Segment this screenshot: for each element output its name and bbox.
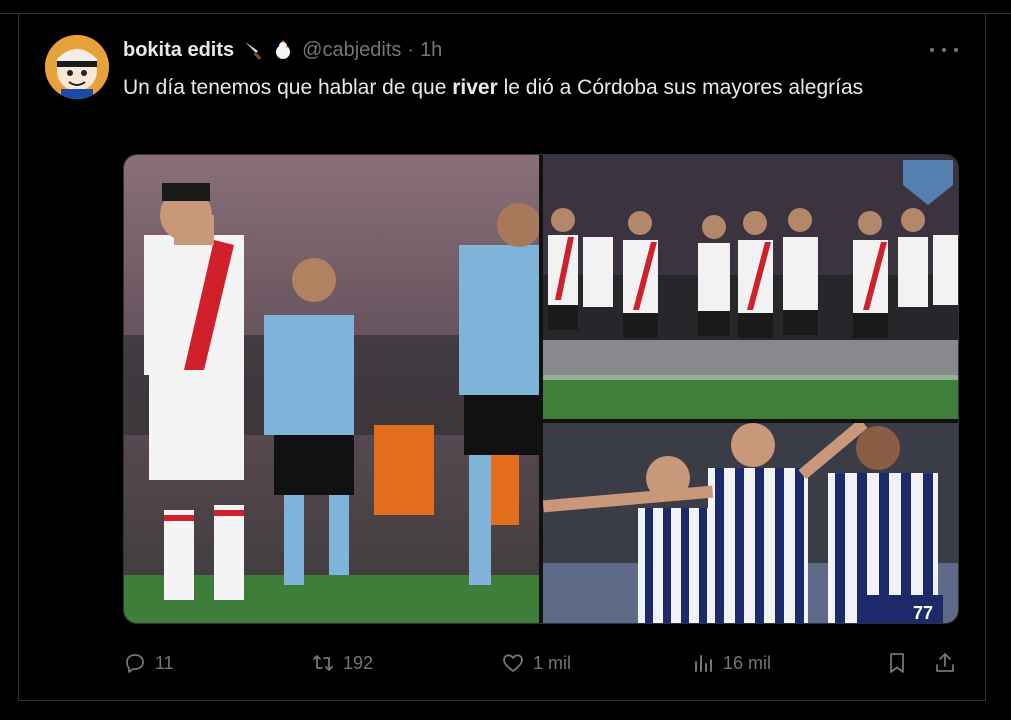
tweet-text: Un día tenemos que hablar de que river l… xyxy=(123,72,943,103)
avatar[interactable] xyxy=(45,35,109,99)
more-options-icon[interactable] xyxy=(929,40,959,60)
media-grid[interactable]: 77 xyxy=(123,154,959,624)
tweet-header: bokita edits @cabjedits · 1h xyxy=(123,36,442,64)
bookmark-button[interactable] xyxy=(885,646,909,680)
retweet-icon xyxy=(313,655,333,671)
retweet-count: 192 xyxy=(343,652,374,673)
analytics-icon xyxy=(695,655,712,672)
handle[interactable]: @cabjedits xyxy=(302,39,401,62)
top-divider xyxy=(0,0,1011,14)
photo-talleres-players-celebrating[interactable]: 77 xyxy=(543,423,958,623)
heart-icon xyxy=(503,654,523,672)
reply-count: 11 xyxy=(155,652,174,673)
action-bar: 11 192 1 mil 16 mil xyxy=(123,646,963,680)
chicken-emoji-icon xyxy=(272,39,294,61)
views-button[interactable]: 16 mil xyxy=(691,646,771,680)
retweet-button[interactable]: 192 xyxy=(311,646,373,680)
display-name[interactable]: bokita edits xyxy=(123,39,234,62)
view-count: 16 mil xyxy=(723,652,772,673)
like-button[interactable]: 1 mil xyxy=(501,646,571,680)
timestamp[interactable]: 1h xyxy=(420,39,442,62)
bookmark-icon xyxy=(890,653,904,673)
bottom-divider xyxy=(18,700,986,720)
tweet-text-bold: river xyxy=(452,76,498,99)
photo-river-team-penalty-lineup[interactable] xyxy=(543,155,958,419)
tweet-text-part-1: Un día tenemos que hablar de que xyxy=(123,76,453,99)
knife-emoji-icon xyxy=(242,39,264,61)
photo-river-player-covering-face[interactable] xyxy=(124,155,539,623)
separator-dot: · xyxy=(407,38,415,61)
jersey-number: 77 xyxy=(913,603,933,623)
reply-icon xyxy=(126,654,144,673)
share-button[interactable] xyxy=(933,646,957,680)
tweet-card[interactable]: bokita edits @cabjedits · 1h Un día tene… xyxy=(18,14,986,700)
like-count: 1 mil xyxy=(533,652,572,673)
reply-button[interactable]: 11 xyxy=(123,646,174,680)
share-icon xyxy=(936,653,954,672)
tweet-text-part-2: le dió a Córdoba sus mayores alegrías xyxy=(497,76,864,99)
